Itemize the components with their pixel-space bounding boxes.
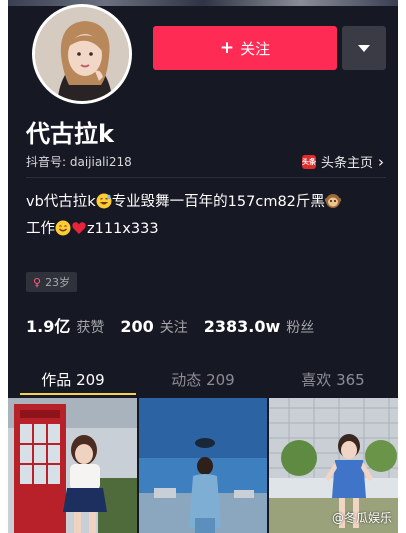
monkey-emoji-icon: [324, 193, 342, 217]
video-thumbnail[interactable]: @冬瓜娱乐: [269, 398, 398, 533]
heart-emoji-icon: [71, 220, 87, 244]
tab-likes[interactable]: 喜欢 365: [268, 362, 398, 396]
grin-sweat-emoji-icon: [96, 193, 112, 217]
toutiao-homepage-link[interactable]: 头条 头条主页 ›: [301, 152, 384, 171]
blue-sky-dance-photo: [138, 398, 268, 533]
likes-label: 获赞: [76, 320, 105, 336]
likes-count: 1.9亿: [26, 317, 71, 336]
more-options-button[interactable]: [342, 26, 386, 70]
following-label: 关注: [159, 320, 188, 336]
video-grid: @冬瓜娱乐: [8, 398, 398, 533]
video-thumbnail[interactable]: [8, 398, 137, 533]
plus-icon: +: [219, 37, 235, 58]
following-count: 200: [120, 317, 154, 336]
caret-down-icon: [358, 44, 370, 52]
avatar[interactable]: [32, 4, 132, 104]
tab-activity[interactable]: 动态 209: [138, 362, 268, 396]
follow-button[interactable]: + 关注: [153, 26, 337, 70]
profile-bio: vb代古拉k 专业毁舞一百年的157cm82斤黑 工作 z111x333: [26, 190, 386, 244]
smile-emoji-icon: [55, 220, 71, 244]
bio-text-middle: 专业毁舞一百年的157cm82斤黑: [111, 194, 325, 210]
divider: [26, 177, 386, 178]
watermark: @冬瓜娱乐: [332, 509, 392, 526]
bio-text-work: 工作: [26, 221, 55, 237]
video-thumbnail[interactable]: [138, 398, 268, 533]
douyin-id: 抖音号: daijiali218: [26, 155, 132, 169]
profile-stats: 1.9亿 获赞 200 关注 2383.0w 粉丝: [26, 313, 314, 337]
toutiao-link-label: 头条主页: [320, 156, 373, 171]
cover-image-strip: [8, 0, 398, 6]
bio-text-start: vb代古拉k: [26, 194, 96, 210]
content-tabs: 作品 209 动态 209 喜欢 365: [8, 362, 398, 396]
age-text: 23岁: [45, 276, 71, 289]
followers-count: 2383.0w: [203, 317, 281, 336]
age-badge: ♀ 23岁: [26, 272, 78, 292]
chevron-right-icon: ›: [378, 152, 384, 171]
bio-text-contact: z111x333: [87, 221, 159, 237]
toutiao-icon: 头条: [301, 154, 316, 169]
following-stat[interactable]: 200 关注: [120, 317, 187, 337]
avatar-photo: [35, 7, 129, 101]
follow-button-label: 关注: [240, 39, 271, 58]
followers-label: 粉丝: [286, 320, 315, 336]
phone-booth-photo: [8, 398, 137, 533]
profile-name: 代古拉k: [26, 120, 114, 148]
likes-stat[interactable]: 1.9亿 获赞: [26, 313, 104, 337]
tab-works[interactable]: 作品 209: [8, 362, 138, 396]
female-icon: ♀: [33, 275, 42, 289]
followers-stat[interactable]: 2383.0w 粉丝: [204, 317, 315, 337]
profile-screen: + 关注 代古拉k 抖音号: daijiali218 头条 头条主页 › vb代…: [8, 0, 398, 533]
watermark-text: @冬瓜娱乐: [332, 511, 393, 525]
active-tab-indicator: [20, 393, 136, 395]
